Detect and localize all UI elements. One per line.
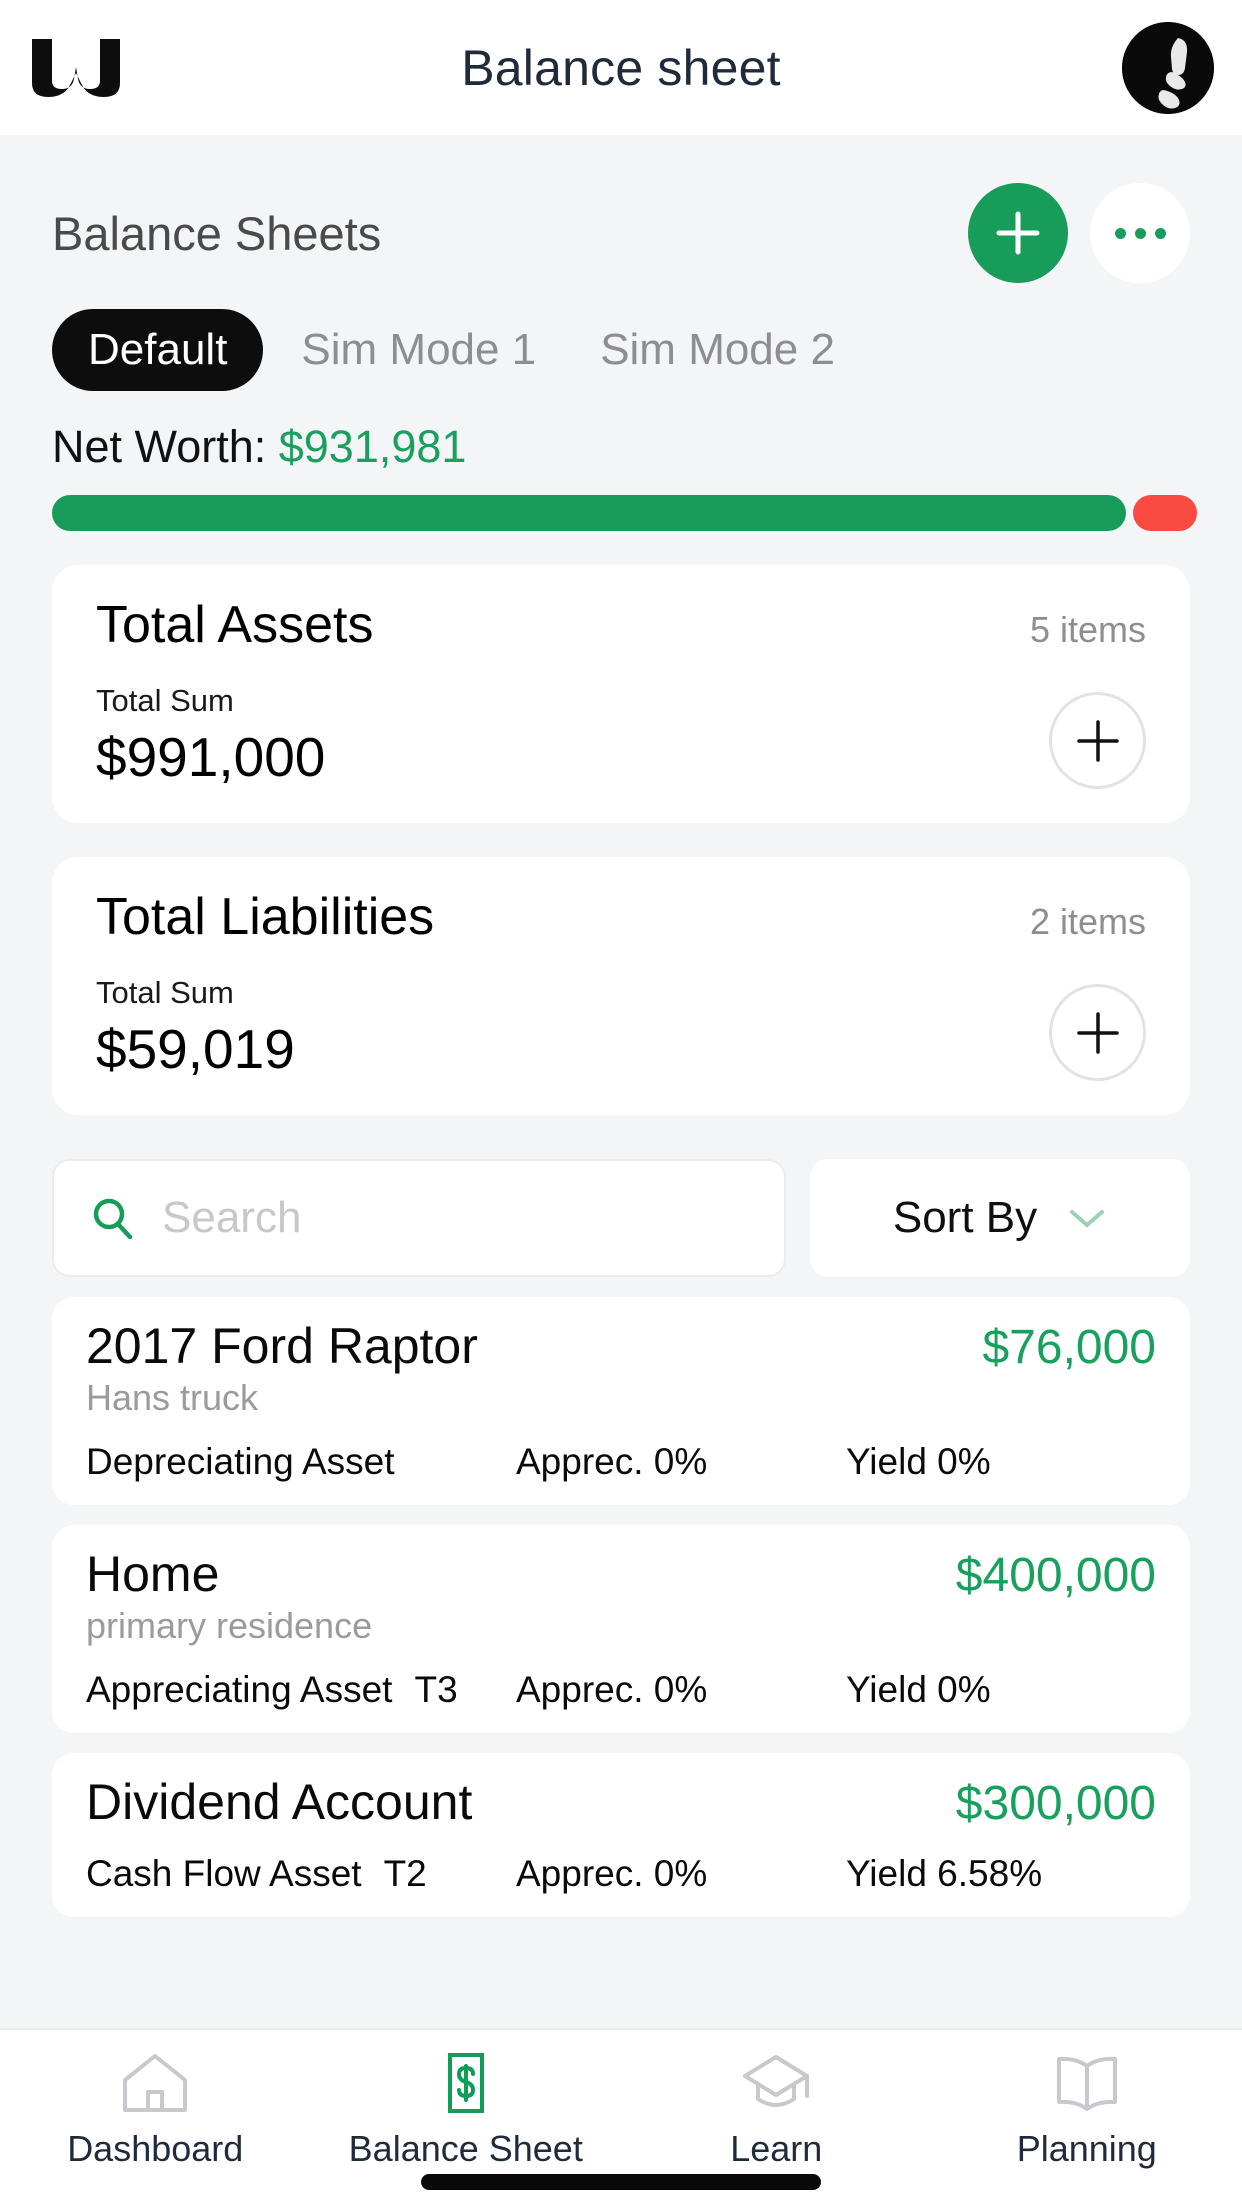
nav-item-planning[interactable]: Planning	[932, 2052, 1242, 2170]
plus-icon	[1076, 1011, 1119, 1054]
item-meta-row: Appreciating Asset T3 Apprec. 0% Yield 0…	[86, 1669, 1156, 1711]
item-subtitle: primary residence	[86, 1605, 373, 1646]
item-type: Cash Flow Asset	[86, 1853, 362, 1894]
app-root: Balance sheet Balance Sheets Default Sim…	[0, 0, 1242, 2208]
card-item-count: 5 items	[1029, 609, 1146, 650]
add-asset-button[interactable]	[1049, 692, 1146, 789]
nav-label: Balance Sheet	[348, 2128, 583, 2169]
item-value: $76,000	[982, 1321, 1156, 1374]
total-sum-label: Total Sum	[96, 975, 234, 1010]
total-sum-value: $59,019	[96, 1018, 295, 1080]
tab-sim-mode-1[interactable]: Sim Mode 1	[275, 309, 562, 391]
item-appreciation: Apprec. 0%	[516, 1669, 708, 1710]
open-book-icon	[1056, 2056, 1117, 2111]
item-appreciation: Apprec. 0%	[516, 1853, 708, 1894]
total-liabilities-card[interactable]: Total Liabilities 2 items Total Sum $59,…	[52, 857, 1190, 1115]
filters-row: Sort By	[52, 1159, 1190, 1277]
more-options-button[interactable]	[1090, 183, 1190, 283]
w-logo-glyph	[32, 38, 120, 97]
chevron-down-icon	[1070, 1210, 1105, 1228]
assets-bar-segment	[52, 495, 1127, 531]
total-sum-value: $991,000	[96, 726, 326, 788]
item-header: 2017 Ford Raptor $76,000	[86, 1317, 1156, 1375]
ellipsis-dot	[1154, 227, 1166, 239]
liabilities-bar-segment	[1133, 495, 1197, 531]
item-type: Depreciating Asset	[86, 1441, 395, 1482]
search-icon	[93, 1198, 133, 1240]
app-header: Balance sheet	[0, 0, 1242, 135]
sort-by-dropdown[interactable]: Sort By	[810, 1159, 1190, 1277]
user-avatar[interactable]	[1122, 21, 1214, 114]
card-item-count: 2 items	[1029, 901, 1146, 942]
card-footer: Total Sum $991,000	[96, 683, 1146, 789]
card-header: Total Assets 5 items	[96, 595, 1146, 655]
card-header: Total Liabilities 2 items	[96, 887, 1146, 947]
card-footer: Total Sum $59,019	[96, 975, 1146, 1081]
tab-sim-mode-2[interactable]: Sim Mode 2	[574, 309, 861, 391]
add-liability-button[interactable]	[1049, 984, 1146, 1081]
avatar-photo	[1122, 21, 1214, 114]
item-name: 2017 Ford Raptor	[86, 1318, 478, 1374]
item-type-group: Depreciating Asset	[86, 1441, 516, 1483]
search-box[interactable]	[52, 1159, 786, 1277]
card-title: Total Assets	[96, 596, 374, 654]
list-item[interactable]: Dividend Account $300,000 Cash Flow Asse…	[52, 1753, 1190, 1917]
plus-icon	[1076, 719, 1119, 762]
item-appreciation: Apprec. 0%	[516, 1441, 708, 1482]
item-name: Dividend Account	[86, 1774, 473, 1830]
sort-by-label: Sort By	[892, 1193, 1038, 1242]
nav-label: Learn	[730, 2128, 823, 2169]
tab-default[interactable]: Default	[52, 309, 264, 391]
main-content: Balance Sheets Default Sim Mode 1 Sim Mo…	[0, 135, 1242, 2028]
nav-label: Planning	[1016, 2128, 1157, 2169]
search-input[interactable]	[162, 1193, 750, 1243]
list-item[interactable]: Home $400,000 primary residence Apprecia…	[52, 1525, 1190, 1733]
nav-item-learn[interactable]: Learn	[621, 2052, 932, 2170]
nav-item-balance-sheet[interactable]: Balance Sheet	[311, 2052, 622, 2170]
list-item[interactable]: 2017 Ford Raptor $76,000 Hans truck Depr…	[52, 1297, 1190, 1505]
home-indicator	[421, 2174, 821, 2190]
item-type-group: Appreciating Asset T3	[86, 1669, 516, 1711]
item-name: Home	[86, 1546, 220, 1602]
home-icon	[123, 2054, 188, 2112]
item-value: $300,000	[955, 1777, 1156, 1830]
item-type: Appreciating Asset	[86, 1669, 393, 1710]
card-sum-group: Total Sum $59,019	[96, 975, 295, 1081]
item-header: Dividend Account $300,000	[86, 1773, 1156, 1831]
header-actions	[968, 183, 1190, 283]
bottom-navigation: Dashboard Balance Sheet Learn Planning	[0, 2028, 1242, 2208]
item-yield: Yield 0%	[846, 1441, 991, 1482]
assets-liabilities-bar	[52, 495, 1197, 531]
item-tier: T2	[383, 1853, 427, 1894]
ellipsis-dot	[1134, 227, 1146, 239]
item-subtitle: Hans truck	[86, 1377, 259, 1418]
card-sum-group: Total Sum $991,000	[96, 683, 325, 789]
item-meta-row: Cash Flow Asset T2 Apprec. 0% Yield 6.58…	[86, 1853, 1156, 1895]
w-logo-icon[interactable]	[30, 37, 122, 99]
add-balance-sheet-button[interactable]	[968, 183, 1068, 283]
card-title: Total Liabilities	[96, 888, 435, 946]
graduation-cap-icon	[743, 2055, 810, 2107]
page-title: Balance sheet	[461, 39, 781, 96]
nav-item-dashboard[interactable]: Dashboard	[0, 2052, 311, 2170]
item-tier: T3	[414, 1669, 458, 1710]
net-worth-row: Net Worth: $931,981	[52, 421, 1190, 473]
item-value: $400,000	[955, 1549, 1156, 1602]
total-sum-label: Total Sum	[96, 683, 234, 718]
item-header: Home $400,000	[86, 1545, 1156, 1603]
ellipsis-dot	[1114, 227, 1126, 239]
sim-mode-tabs: Default Sim Mode 1 Sim Mode 2	[52, 309, 1190, 391]
net-worth-value: $931,981	[278, 421, 467, 472]
section-title: Balance Sheets	[52, 206, 382, 260]
item-meta-row: Depreciating Asset Apprec. 0% Yield 0%	[86, 1441, 1156, 1483]
dollar-bill-icon	[447, 2053, 484, 2113]
item-yield: Yield 6.58%	[846, 1853, 1043, 1894]
plus-icon	[996, 211, 1040, 255]
net-worth-label: Net Worth:	[52, 421, 267, 472]
balance-sheets-header: Balance Sheets	[52, 135, 1190, 283]
item-type-group: Cash Flow Asset T2	[86, 1853, 516, 1895]
item-yield: Yield 0%	[846, 1669, 991, 1710]
nav-label: Dashboard	[67, 2128, 244, 2169]
total-assets-card[interactable]: Total Assets 5 items Total Sum $991,000	[52, 565, 1190, 823]
